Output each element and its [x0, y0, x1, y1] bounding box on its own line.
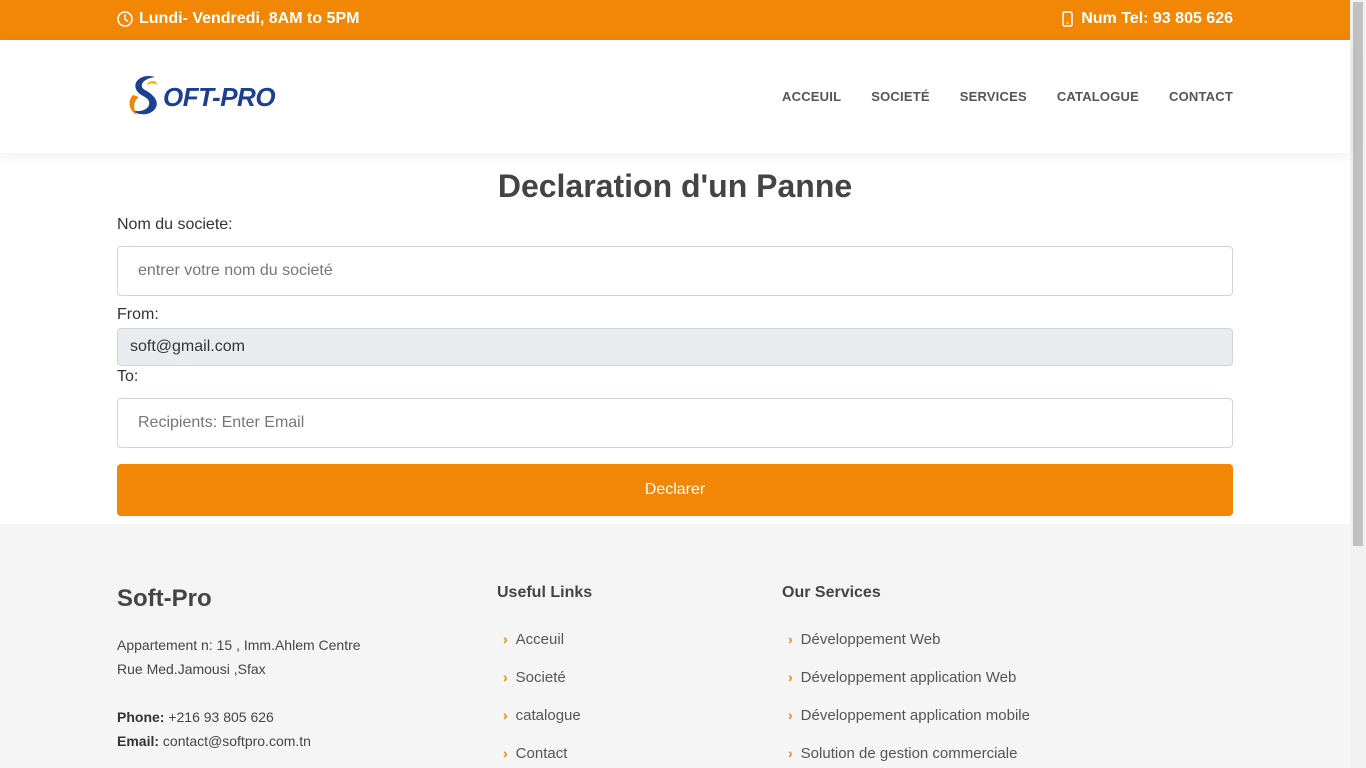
to-label: To: [117, 368, 139, 385]
footer-contact: Phone: +216 93 805 626 Email: contact@so… [117, 705, 311, 753]
chevron-right-icon: › [788, 669, 793, 685]
chevron-right-icon: › [788, 707, 793, 723]
footer-phone: Phone: +216 93 805 626 [117, 705, 311, 729]
chevron-right-icon: › [503, 669, 508, 685]
top-bar: Lundi- Vendredi, 8AM to 5PM Num Tel: 93 … [0, 0, 1350, 40]
footer-link-catalogue[interactable]: › catalogue [497, 696, 592, 734]
page-scrollbar[interactable] [1350, 0, 1366, 768]
useful-links-column: Useful Links › Acceuil › Societé › catalogu… [497, 584, 592, 768]
footer-email: Email: contact@softpro.com.tn [117, 729, 311, 753]
nav-catalogue[interactable]: CATALOGUE [1057, 89, 1139, 104]
service-item[interactable]: › Solution de gestion commerciale [782, 734, 1030, 768]
services-column: Our Services › Développement Web › Dévelop… [782, 584, 1030, 768]
footer-address: Appartement n: 15 , Imm.Ahlem Centre Rue… [117, 633, 361, 681]
declarer-button[interactable]: Declarer [117, 464, 1233, 516]
service-label: Solution de gestion commerciale [800, 744, 1018, 762]
scrollbar-thumb[interactable] [1353, 2, 1363, 546]
phone-label: Phone: [117, 709, 165, 725]
footer-link-contact[interactable]: › Contact [497, 734, 592, 768]
footer-brand: Soft-Pro [117, 585, 212, 612]
link-label: Societé [515, 668, 566, 686]
from-label: From: [117, 306, 159, 323]
service-item[interactable]: › Développement application mobile [782, 696, 1030, 734]
chevron-right-icon: › [503, 745, 508, 761]
service-item[interactable]: › Développement Web [782, 620, 1030, 658]
recipients-email-input[interactable]: Recipients: Enter Email [117, 398, 1233, 448]
service-item[interactable]: › Développement application Web [782, 658, 1030, 696]
service-label: Développement application mobile [800, 706, 1030, 724]
company-name-input[interactable]: entrer votre nom du societé [117, 246, 1233, 296]
from-email-field[interactable]: soft@gmail.com [117, 328, 1233, 366]
link-label: Acceuil [515, 630, 565, 648]
email-label: Email: [117, 733, 160, 749]
chevron-right-icon: › [788, 745, 793, 761]
phone-info: Num Tel: 93 805 626 [1062, 10, 1233, 28]
chevron-right-icon: › [503, 631, 508, 647]
nav-acceuil[interactable]: ACCEUIL [782, 89, 841, 104]
link-label: Contact [515, 744, 568, 762]
site-footer: Soft-Pro Appartement n: 15 , Imm.Ahlem C… [0, 524, 1350, 768]
footer-link-societe[interactable]: › Societé [497, 658, 592, 696]
opening-hours-text: Lundi- Vendredi, 8AM to 5PM [139, 10, 360, 27]
footer-link-acceuil[interactable]: › Acceuil [497, 620, 592, 658]
link-label: catalogue [515, 706, 581, 724]
service-label: Développement application Web [800, 668, 1017, 686]
email-value: contact@softpro.com.tn [162, 733, 311, 749]
services-title: Our Services [782, 584, 881, 601]
opening-hours: Lundi- Vendredi, 8AM to 5PM [117, 10, 359, 28]
company-name-label: Nom du societe: [117, 216, 233, 233]
chevron-right-icon: › [503, 707, 508, 723]
address-line-2: Rue Med.Jamousi ,Sfax [117, 661, 266, 677]
nav-services[interactable]: SERVICES [960, 89, 1027, 104]
nav-societe[interactable]: SOCIETÉ [871, 89, 929, 104]
declaration-form-section: Declaration d'un Panne Nom du societe: e… [0, 153, 1350, 524]
main-nav: ACCEUIL SOCIETÉ SERVICES CATALOGUE CONTA… [782, 89, 1233, 104]
service-label: Développement Web [800, 630, 941, 648]
phone-text: Num Tel: 93 805 626 [1081, 10, 1233, 27]
chevron-right-icon: › [788, 631, 793, 647]
site-header: OFT-PRO ACCEUIL SOCIETÉ SERVICES CATALOG… [0, 40, 1350, 153]
phone-value: +216 93 805 626 [168, 709, 274, 725]
logo-wordmark: OFT-PRO [163, 81, 276, 112]
logo-s-mark-icon [125, 71, 165, 117]
clock-icon [117, 11, 133, 27]
useful-links-title: Useful Links [497, 584, 593, 601]
nav-contact[interactable]: CONTACT [1169, 89, 1233, 104]
address-line-1: Appartement n: 15 , Imm.Ahlem Centre [117, 637, 361, 653]
softpro-logo[interactable]: OFT-PRO [125, 70, 285, 118]
page-title: Declaration d'un Panne [497, 168, 853, 204]
mobile-phone-icon [1062, 11, 1073, 27]
